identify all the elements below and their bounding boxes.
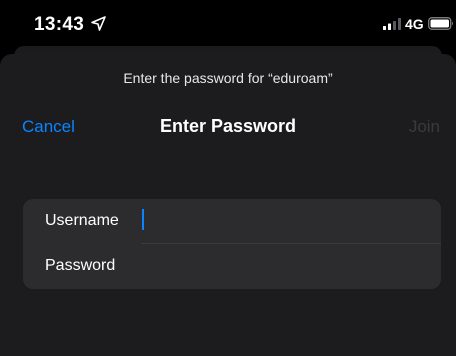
credentials-form: Username Password [23, 199, 441, 289]
username-row[interactable]: Username [23, 199, 441, 244]
status-bar: 13:43 4G [0, 0, 456, 44]
password-row[interactable]: Password [23, 244, 441, 289]
sheet-title: Enter Password [159, 116, 297, 136]
battery-icon [428, 17, 453, 30]
cellular-signal-icon [383, 18, 401, 30]
text-cursor [142, 209, 144, 230]
join-button[interactable]: Join [409, 117, 440, 137]
sheet-prompt: Enter the password for “eduroam” [123, 70, 333, 86]
username-field[interactable] [141, 207, 421, 235]
password-sheet: Enter the password for “eduroam” Cancel … [0, 54, 456, 356]
password-label: Password [45, 257, 116, 274]
status-time: 13:43 [34, 14, 85, 35]
username-label: Username [45, 212, 119, 229]
location-arrow-icon [91, 16, 106, 31]
password-field[interactable] [141, 252, 421, 280]
network-type: 4G [405, 16, 424, 32]
